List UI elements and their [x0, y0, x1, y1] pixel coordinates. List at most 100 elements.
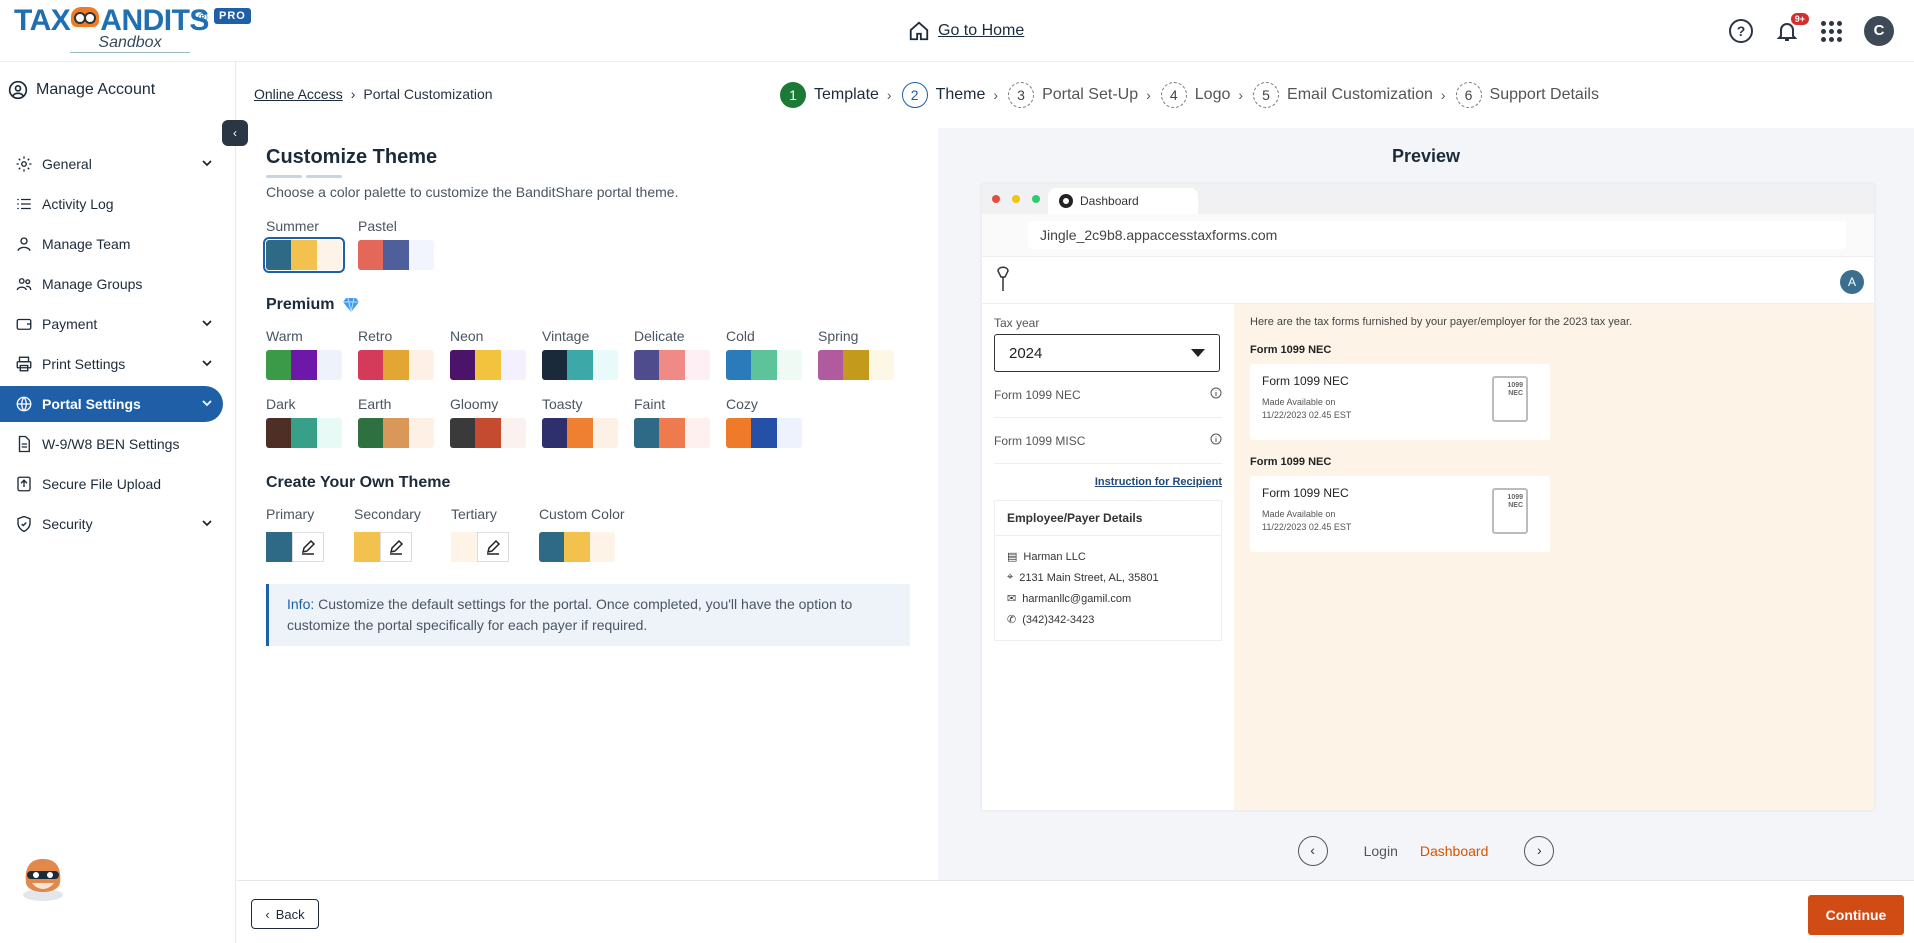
premium-title-label: Premium: [266, 296, 335, 313]
palette-gloomy[interactable]: Gloomy: [450, 396, 526, 448]
palette-dark[interactable]: Dark: [266, 396, 342, 448]
sidebar: Manage Account ‹ General Activity Log Mana…: [0, 62, 248, 943]
chevron-right-icon: ›: [1440, 87, 1446, 103]
help-icon[interactable]: ?: [1729, 19, 1753, 43]
sidebar-item-label: Print Settings: [42, 356, 126, 372]
palette-cozy[interactable]: Cozy: [726, 396, 802, 448]
manage-account-header[interactable]: Manage Account: [0, 62, 235, 112]
sidebar-item-label: W-9/W8 BEN Settings: [42, 436, 180, 452]
sidebar-item-manage-groups[interactable]: Manage Groups: [0, 266, 223, 302]
palette-vintage[interactable]: Vintage: [542, 328, 618, 380]
palette-swatch[interactable]: [358, 418, 434, 448]
step-template[interactable]: 1 Template ›: [780, 82, 892, 108]
palette-swatch[interactable]: [358, 350, 434, 380]
palette-swatch[interactable]: [726, 350, 802, 380]
employee-email: harmanllc@gamil.com: [1022, 592, 1132, 605]
palette-spring[interactable]: Spring: [818, 328, 894, 380]
back-button[interactable]: ‹ Back: [251, 899, 319, 929]
pencil-icon[interactable]: [476, 532, 509, 562]
palette-summer[interactable]: Summer: [263, 218, 345, 273]
user-circle-icon: [8, 80, 28, 100]
user-avatar[interactable]: C: [1864, 16, 1894, 46]
breadcrumb-online-access[interactable]: Online Access: [254, 86, 343, 102]
preview-prev-button[interactable]: ‹: [1297, 836, 1328, 866]
chevron-left-icon: ‹: [265, 906, 270, 922]
sidebar-item-manage-team[interactable]: Manage Team: [0, 226, 223, 262]
palette-swatch[interactable]: [542, 418, 618, 448]
notifications-button[interactable]: 9+: [1775, 13, 1809, 43]
sidebar-item-print-settings[interactable]: Print Settings: [0, 346, 223, 382]
own-color-swatch[interactable]: [266, 532, 324, 562]
step-theme[interactable]: 2 Theme ›: [901, 82, 998, 108]
portal-intro-text: Here are the tax forms furnished by your…: [1250, 316, 1633, 328]
tax-year-label: Tax year: [994, 316, 1040, 330]
info-icon: [1210, 433, 1222, 448]
palette-warm[interactable]: Warm: [266, 328, 342, 380]
palette-swatch[interactable]: [266, 418, 342, 448]
sidebar-item-general[interactable]: General: [0, 146, 223, 182]
step-portal-set-up[interactable]: 3 Portal Set-Up ›: [1008, 82, 1151, 108]
step-number: 5: [1253, 82, 1280, 108]
breadcrumb-current: Portal Customization: [363, 86, 493, 102]
sidebar-item-label: Activity Log: [42, 196, 114, 212]
sidebar-item-w-9-w8-ben-settings[interactable]: W-9/W8 BEN Settings: [0, 426, 223, 462]
palette-swatch[interactable]: [818, 350, 894, 380]
palette-swatch[interactable]: [266, 350, 342, 380]
go-to-home-link[interactable]: Go to Home: [908, 20, 1024, 42]
palette-swatch[interactable]: [542, 350, 618, 380]
preview-dashboard-tab[interactable]: Dashboard: [1420, 843, 1489, 859]
palette-earth[interactable]: Earth: [358, 396, 434, 448]
sidebar-item-payment[interactable]: Payment: [0, 306, 223, 342]
pencil-icon[interactable]: [380, 532, 412, 562]
chevron-down-icon: [201, 516, 213, 532]
palette-swatch[interactable]: [726, 418, 802, 448]
apps-grid-icon[interactable]: [1821, 20, 1842, 42]
sidebar-item-activity-log[interactable]: Activity Log: [0, 186, 223, 222]
employee-name: Harman LLC: [1023, 550, 1086, 563]
sidebar-item-secure-file-upload[interactable]: Secure File Upload: [0, 466, 223, 502]
taxbandits-logo[interactable]: TAX ANDITS Sandbox ® PRO: [14, 6, 251, 53]
step-label: Support Details: [1489, 86, 1599, 103]
custom-color-swatch[interactable]: [538, 532, 615, 562]
palette-toasty[interactable]: Toasty: [542, 396, 618, 448]
palette-swatch[interactable]: [450, 418, 526, 448]
bandit-mascot-icon[interactable]: [18, 855, 68, 903]
sidebar-item-security[interactable]: Security: [0, 506, 223, 542]
palette-delicate[interactable]: Delicate: [634, 328, 710, 380]
preview-next-button[interactable]: ›: [1524, 836, 1555, 866]
palette-cold[interactable]: Cold: [726, 328, 802, 380]
own-color-label: Primary: [266, 506, 315, 522]
continue-button[interactable]: Continue: [1808, 895, 1904, 935]
palette-faint[interactable]: Faint: [634, 396, 710, 448]
own-color-swatch[interactable]: [450, 532, 509, 562]
sidebar-item-portal-settings[interactable]: Portal Settings: [0, 386, 223, 422]
breadcrumb-chevron-icon: ›: [350, 86, 356, 102]
chevron-down-icon: [201, 316, 213, 332]
form-card: Form 1099 NEC Made Available on 11/22/2023…: [1250, 364, 1550, 440]
pencil-icon[interactable]: [292, 532, 324, 562]
palette-retro[interactable]: Retro: [358, 328, 434, 380]
palette-label: Pastel: [358, 218, 397, 234]
collapse-sidebar-button[interactable]: ‹: [222, 120, 248, 146]
form-cards: Form 1099 NEC Form 1099 NEC Made Available…: [1250, 344, 1858, 552]
palette-neon[interactable]: Neon: [450, 328, 526, 380]
step-email-customization[interactable]: 5 Email Customization ›: [1253, 82, 1446, 108]
palette-pastel[interactable]: Pastel: [358, 218, 434, 270]
preview-login-tab[interactable]: Login: [1364, 843, 1398, 859]
go-to-home-label: Go to Home: [938, 22, 1025, 39]
sidebar-nav: General Activity Log Manage Team Manage Gro…: [0, 146, 235, 542]
home-icon: [909, 21, 929, 41]
palette-label: Neon: [450, 328, 484, 344]
form-card-date: 11/22/2023 02.45 EST: [1262, 410, 1352, 420]
footer-bar: ‹ Back Continue: [237, 880, 1914, 943]
palette-swatch[interactable]: [634, 350, 710, 380]
info-text: Customize the default settings for the p…: [287, 596, 853, 633]
browser-tab-bar: Dashboard: [982, 184, 1874, 214]
palette-swatch[interactable]: [634, 418, 710, 448]
palette-swatch[interactable]: [263, 237, 345, 273]
step-logo[interactable]: 4 Logo ›: [1160, 82, 1243, 108]
own-color-swatch[interactable]: [354, 532, 421, 562]
palette-swatch[interactable]: [358, 240, 434, 270]
step-support-details[interactable]: 6 Support Details: [1455, 82, 1599, 108]
palette-swatch[interactable]: [450, 350, 526, 380]
